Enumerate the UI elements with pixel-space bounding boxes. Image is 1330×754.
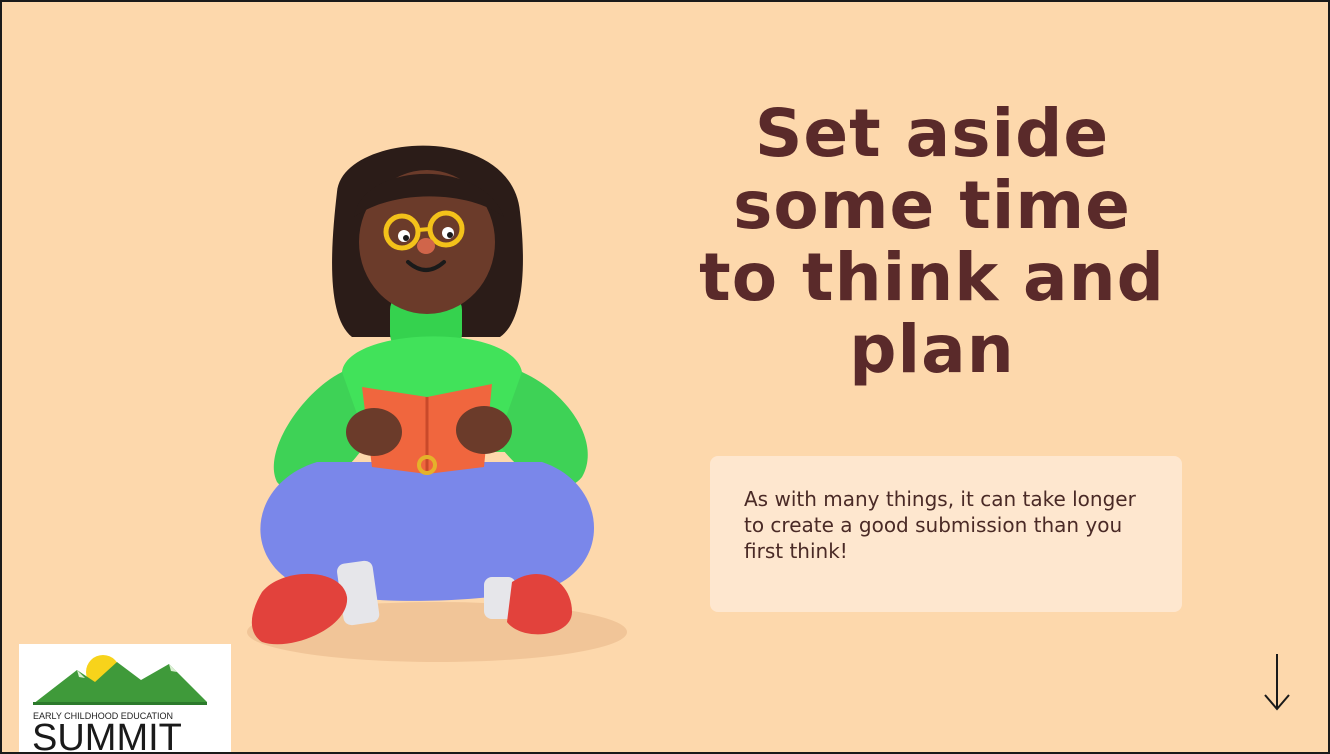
logo-mountains-icon bbox=[33, 655, 207, 705]
slide-title: Set aside some time to think and plan bbox=[662, 98, 1202, 386]
person-reading-illustration bbox=[247, 145, 627, 662]
right-hand bbox=[456, 406, 512, 454]
arrow-down-icon[interactable] bbox=[1260, 652, 1294, 712]
right-shoe bbox=[507, 573, 572, 635]
callout-box: As with many things, it can take longer … bbox=[710, 456, 1182, 612]
logo-wordmark: SUMMIT bbox=[32, 717, 182, 754]
title-line-3: to think and bbox=[699, 239, 1165, 316]
title-line-2: some time bbox=[733, 167, 1131, 244]
mountain-range bbox=[33, 662, 207, 704]
title-line-1: Set aside bbox=[754, 95, 1110, 172]
nose bbox=[417, 238, 435, 254]
left-hand bbox=[346, 408, 402, 456]
title-line-4: plan bbox=[849, 311, 1015, 388]
slide: Set aside some time to think and plan As… bbox=[0, 0, 1330, 754]
callout-text: As with many things, it can take longer … bbox=[744, 487, 1136, 563]
summit-logo: Early Childhood Education SUMMIT bbox=[19, 644, 231, 754]
